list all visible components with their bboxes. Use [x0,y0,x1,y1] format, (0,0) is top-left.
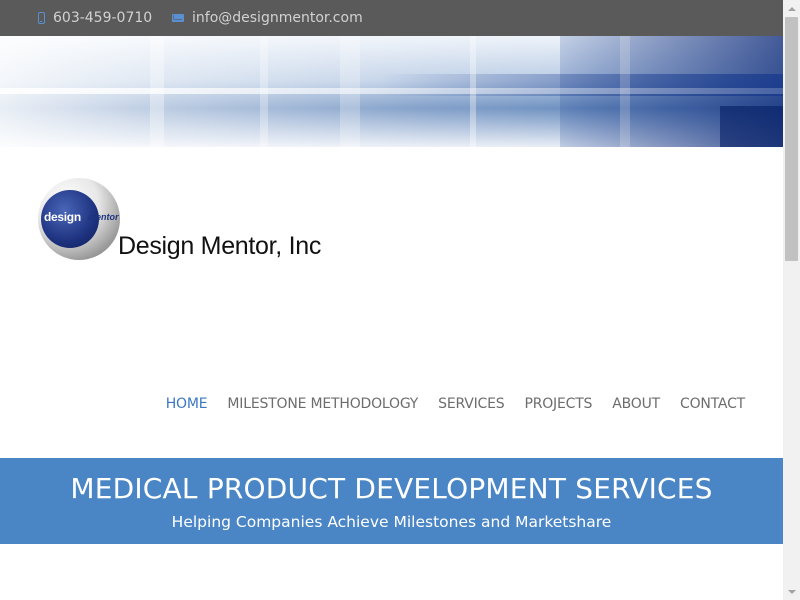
phone-icon [38,12,45,24]
hero-section: MEDICAL PRODUCT DEVELOPMENT SERVICES Hel… [0,458,783,544]
logo-word-mentor: mentor [88,212,119,222]
scroll-down-arrow-icon[interactable] [783,583,800,600]
hero-title: MEDICAL PRODUCT DEVELOPMENT SERVICES [70,472,713,505]
phone-number: 603-459-0710 [53,10,153,26]
phone-contact[interactable]: 603-459-0710 [38,0,152,36]
scroll-up-arrow-icon[interactable] [783,0,800,17]
email-address: info@designmentor.com [192,10,363,26]
vertical-scrollbar[interactable] [783,0,800,600]
contact-bar: 603-459-0710 info@designmentor.com [0,0,783,36]
envelope-icon [172,14,184,22]
page: 603-459-0710 info@designmentor.com desig… [0,0,783,600]
nav-item-about[interactable]: ABOUT [612,396,660,412]
nav-item-contact[interactable]: CONTACT [680,396,745,412]
logo-word-design: design [44,210,81,224]
nav-item-milestone-methodology[interactable]: MILESTONE METHODOLOGY [227,396,418,412]
email-contact[interactable]: info@designmentor.com [172,0,363,36]
nav-item-projects[interactable]: PROJECTS [524,396,592,412]
hero-subtitle: Helping Companies Achieve Milestones and… [171,513,612,531]
main-navigation: HOME MILESTONE METHODOLOGY SERVICES PROJ… [146,396,745,412]
header-banner-image [0,36,783,147]
nav-item-services[interactable]: SERVICES [438,396,505,412]
nav-item-home[interactable]: HOME [166,396,208,412]
company-name: Design Mentor, Inc [118,232,322,260]
scrollbar-thumb[interactable] [785,17,798,261]
